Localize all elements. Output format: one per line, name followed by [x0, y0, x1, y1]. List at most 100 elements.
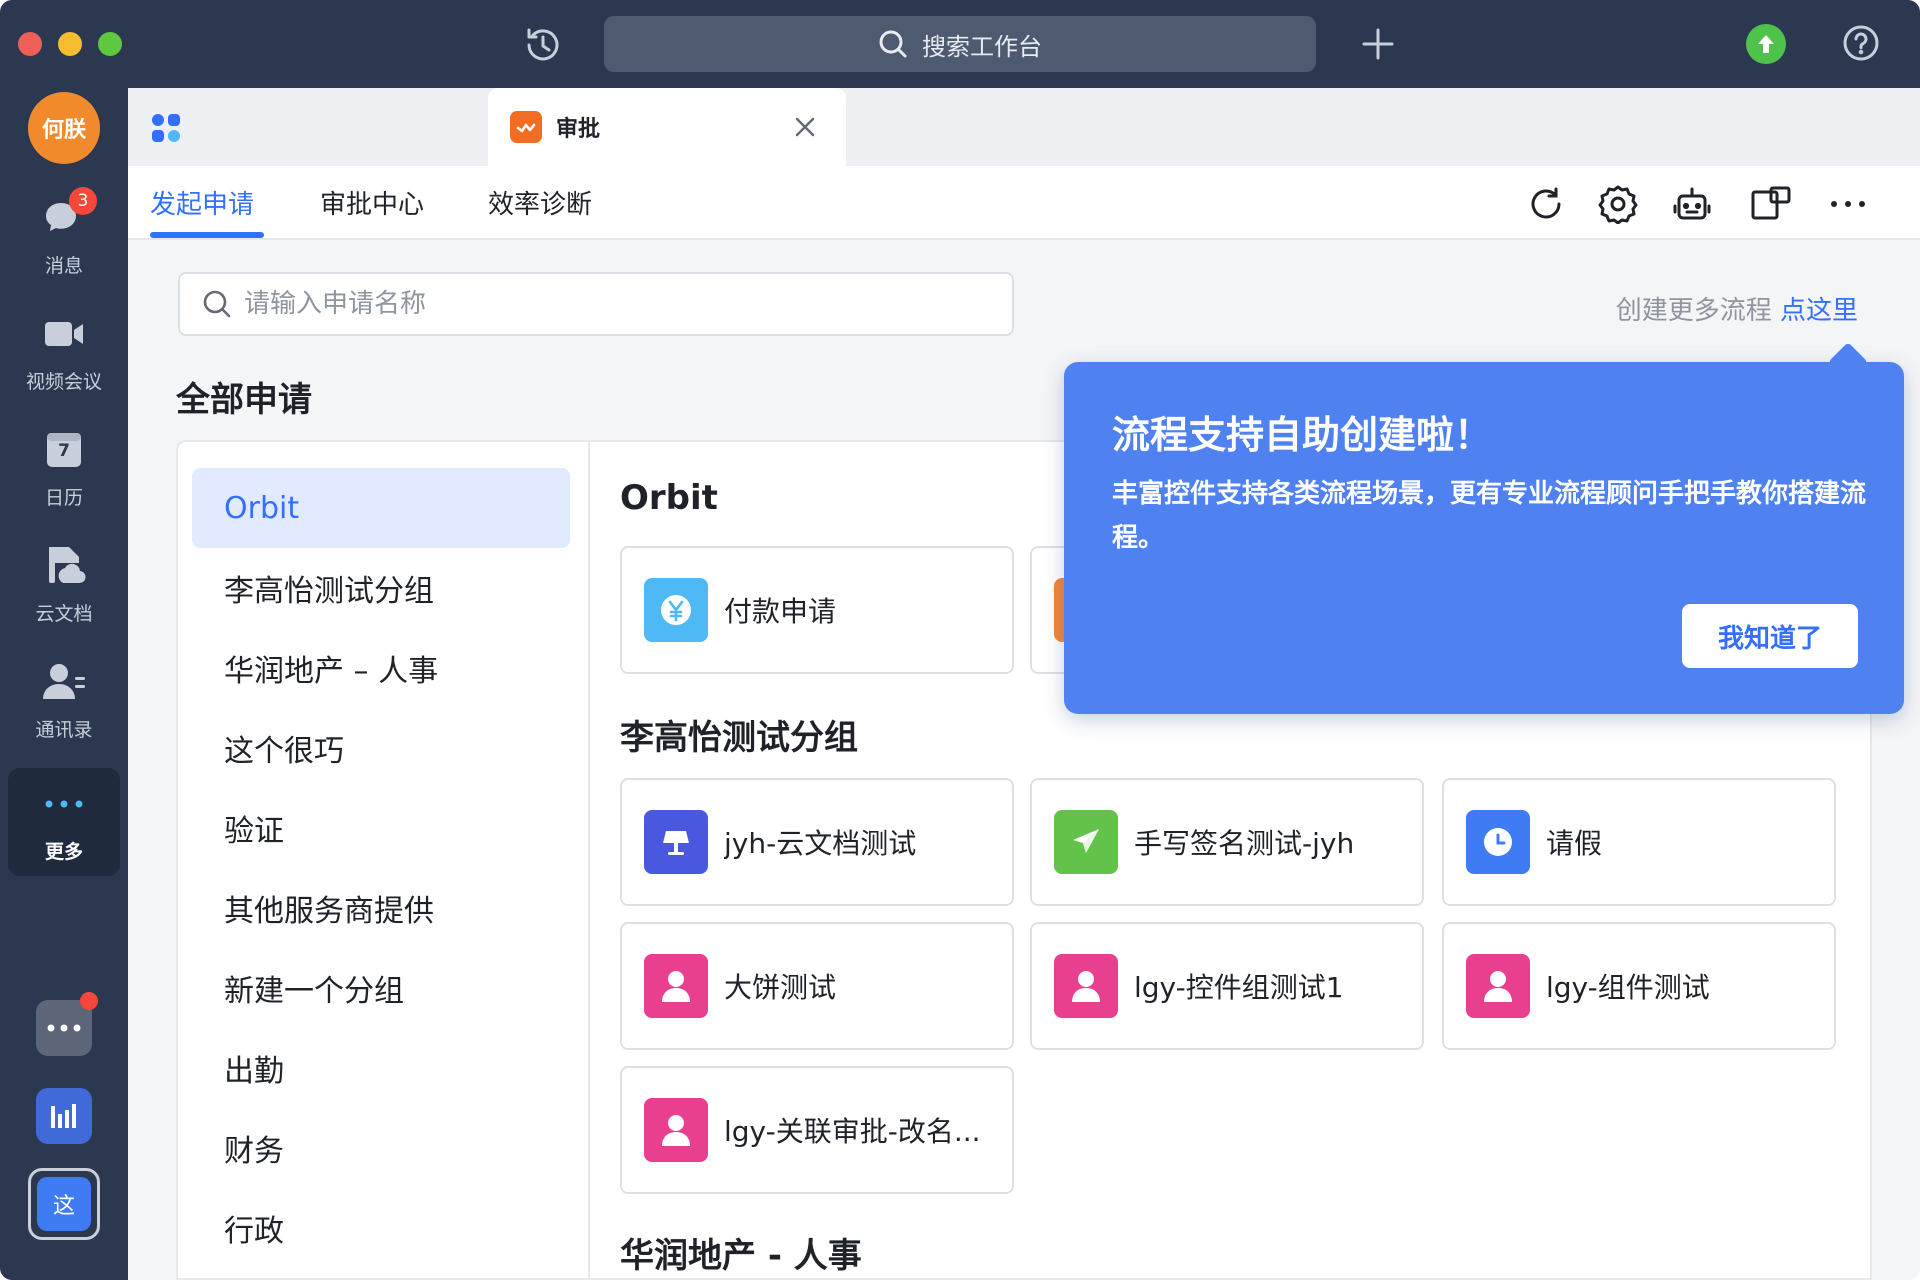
request-card-label: jyh-云文档测试 — [724, 827, 917, 860]
group-item[interactable]: 新建一个分组 — [192, 948, 570, 1028]
create-process-link[interactable]: 点这里 — [1780, 296, 1858, 326]
clock-icon — [1466, 810, 1530, 874]
request-card[interactable]: jyh-云文档测试 — [620, 778, 1014, 906]
tab-efficiency-diagnosis[interactable]: 效率诊断 — [488, 184, 592, 221]
ellipsis-icon — [47, 1024, 81, 1032]
close-icon[interactable] — [792, 114, 818, 140]
tab-approval[interactable]: 审批 — [488, 88, 846, 166]
rail-item-label: 更多 — [44, 840, 83, 863]
video-camera-icon — [41, 311, 87, 357]
rail-item-messages[interactable]: 3 消息 — [8, 182, 120, 290]
group-item-orbit[interactable]: Orbit — [192, 468, 570, 548]
apps-grid-icon[interactable] — [150, 112, 182, 144]
section-heading: 全部申请 — [176, 380, 312, 420]
notification-dot — [80, 992, 98, 1010]
popover-title: 流程支持自助创建啦！ — [1112, 413, 1493, 457]
avatar[interactable]: 何朕 — [28, 92, 100, 164]
request-card[interactable]: lgy-关联审批-改名... — [620, 1066, 1014, 1194]
rail-item-contacts[interactable]: 通讯录 — [8, 646, 120, 754]
request-card-label: lgy-关联审批-改名... — [724, 1115, 981, 1148]
bar-chart-icon — [51, 1104, 76, 1128]
rail-app-analytics[interactable] — [36, 1088, 92, 1144]
sub-navigation: 发起申请 审批中心 效率诊断 — [128, 166, 1920, 240]
request-card-label: 大饼测试 — [724, 971, 837, 1004]
person-icon — [1466, 954, 1530, 1018]
group-title: Orbit — [620, 478, 718, 518]
tab-strip: 审批 — [128, 88, 1920, 166]
popover-body: 丰富控件支持各类流程场景，更有专业流程顾问手把手教你搭建流程。 — [1112, 479, 1867, 553]
rail-item-label: 通讯录 — [35, 718, 93, 741]
tab-label: 审批 — [556, 117, 601, 142]
left-rail: 何朕 3 消息 视频会议 7 日历 云文档 通讯录 更多 这 — [0, 88, 128, 1280]
rail-item-label: 日历 — [44, 486, 83, 509]
upgrade-icon[interactable] — [1746, 24, 1786, 64]
rail-item-more[interactable]: 更多 — [8, 768, 120, 876]
contacts-icon — [41, 659, 87, 705]
cloud-doc-icon — [41, 543, 87, 589]
rail-item-docs[interactable]: 云文档 — [8, 530, 120, 638]
window-close-button[interactable] — [18, 32, 42, 56]
rail-item-label: 消息 — [44, 254, 83, 277]
more-icon[interactable] — [1828, 184, 1868, 224]
group-item[interactable]: 华润地产 – 人事 — [192, 628, 570, 708]
window-minimize-button[interactable] — [58, 32, 82, 56]
request-search-input[interactable] — [242, 288, 1006, 320]
lamp-icon — [644, 810, 708, 874]
person-icon — [644, 1098, 708, 1162]
group-item[interactable]: 验证 — [192, 788, 570, 868]
approval-app-icon — [510, 111, 542, 143]
group-title: 李高怡测试分组 — [620, 718, 858, 758]
person-icon — [644, 954, 708, 1018]
request-card-label: 手写签名测试-jyh — [1134, 827, 1355, 860]
person-icon — [1054, 954, 1118, 1018]
group-item[interactable]: 这个很巧 — [192, 708, 570, 788]
got-it-button[interactable]: 我知道了 — [1682, 604, 1858, 668]
history-icon[interactable] — [522, 24, 564, 66]
request-card[interactable]: 付款申请 — [620, 546, 1014, 674]
gear-icon[interactable] — [1598, 184, 1638, 225]
messages-badge: 3 — [69, 186, 97, 215]
help-icon[interactable] — [1842, 24, 1880, 62]
feature-tip-popover: 流程支持自助创建啦！ 丰富控件支持各类流程场景，更有专业流程顾问手把手教你搭建流… — [1064, 342, 1904, 714]
request-search-box[interactable] — [178, 272, 1014, 336]
window-zoom-button[interactable] — [98, 32, 122, 56]
group-item[interactable]: 李高怡测试分组 — [192, 548, 570, 628]
request-card[interactable]: 大饼测试 — [620, 922, 1014, 1050]
request-card[interactable]: 请假 — [1442, 778, 1836, 906]
plane-icon — [1054, 810, 1118, 874]
refresh-icon[interactable] — [1526, 184, 1566, 224]
avatar-text: 何朕 — [41, 118, 86, 143]
request-card-label: 付款申请 — [724, 595, 837, 628]
group-item[interactable]: 其他服务商提供 — [192, 868, 570, 948]
group-item[interactable]: 财务 — [192, 1108, 570, 1188]
current-app-text: 这 — [37, 1177, 91, 1231]
calendar-day: 7 — [58, 440, 70, 461]
group-item[interactable]: 行政 — [192, 1188, 570, 1268]
active-tab-indicator — [150, 232, 264, 238]
create-process-text: 创建更多流程 — [1615, 296, 1772, 326]
calendar-icon: 7 — [41, 427, 87, 473]
create-process-hint: 创建更多流程 点这里 — [1616, 290, 1858, 327]
search-icon — [879, 30, 907, 58]
request-card[interactable]: 手写签名测试-jyh — [1030, 778, 1424, 906]
tab-approval-center[interactable]: 审批中心 — [320, 184, 424, 221]
rail-app-current[interactable]: 这 — [28, 1168, 100, 1240]
request-card[interactable]: lgy-控件组测试1 — [1030, 922, 1424, 1050]
workspace-search-bar[interactable]: 搜索工作台 — [604, 16, 1316, 72]
rail-app-more[interactable] — [36, 992, 98, 1056]
request-card-label: 请假 — [1546, 827, 1603, 860]
request-card-label: lgy-组件测试 — [1546, 971, 1710, 1004]
rail-item-label: 云文档 — [35, 602, 93, 625]
search-icon — [203, 290, 231, 318]
request-card[interactable]: lgy-组件测试 — [1442, 922, 1836, 1050]
group-item[interactable]: 出勤 — [192, 1028, 570, 1108]
workspace-search-placeholder: 搜索工作台 — [922, 32, 1042, 61]
window-split-icon[interactable] — [1750, 184, 1791, 224]
rail-item-video-meeting[interactable]: 视频会议 — [8, 298, 120, 406]
app-window: 搜索工作台 何朕 3 消息 视频会议 7 日历 云文档 通讯录 更多 这 审批 … — [0, 0, 1920, 1280]
rail-item-calendar[interactable]: 7 日历 — [8, 414, 120, 522]
plus-icon[interactable] — [1358, 24, 1398, 64]
tab-start-request[interactable]: 发起申请 — [150, 184, 254, 221]
robot-icon[interactable] — [1672, 184, 1712, 224]
more-dots-icon — [41, 781, 87, 827]
